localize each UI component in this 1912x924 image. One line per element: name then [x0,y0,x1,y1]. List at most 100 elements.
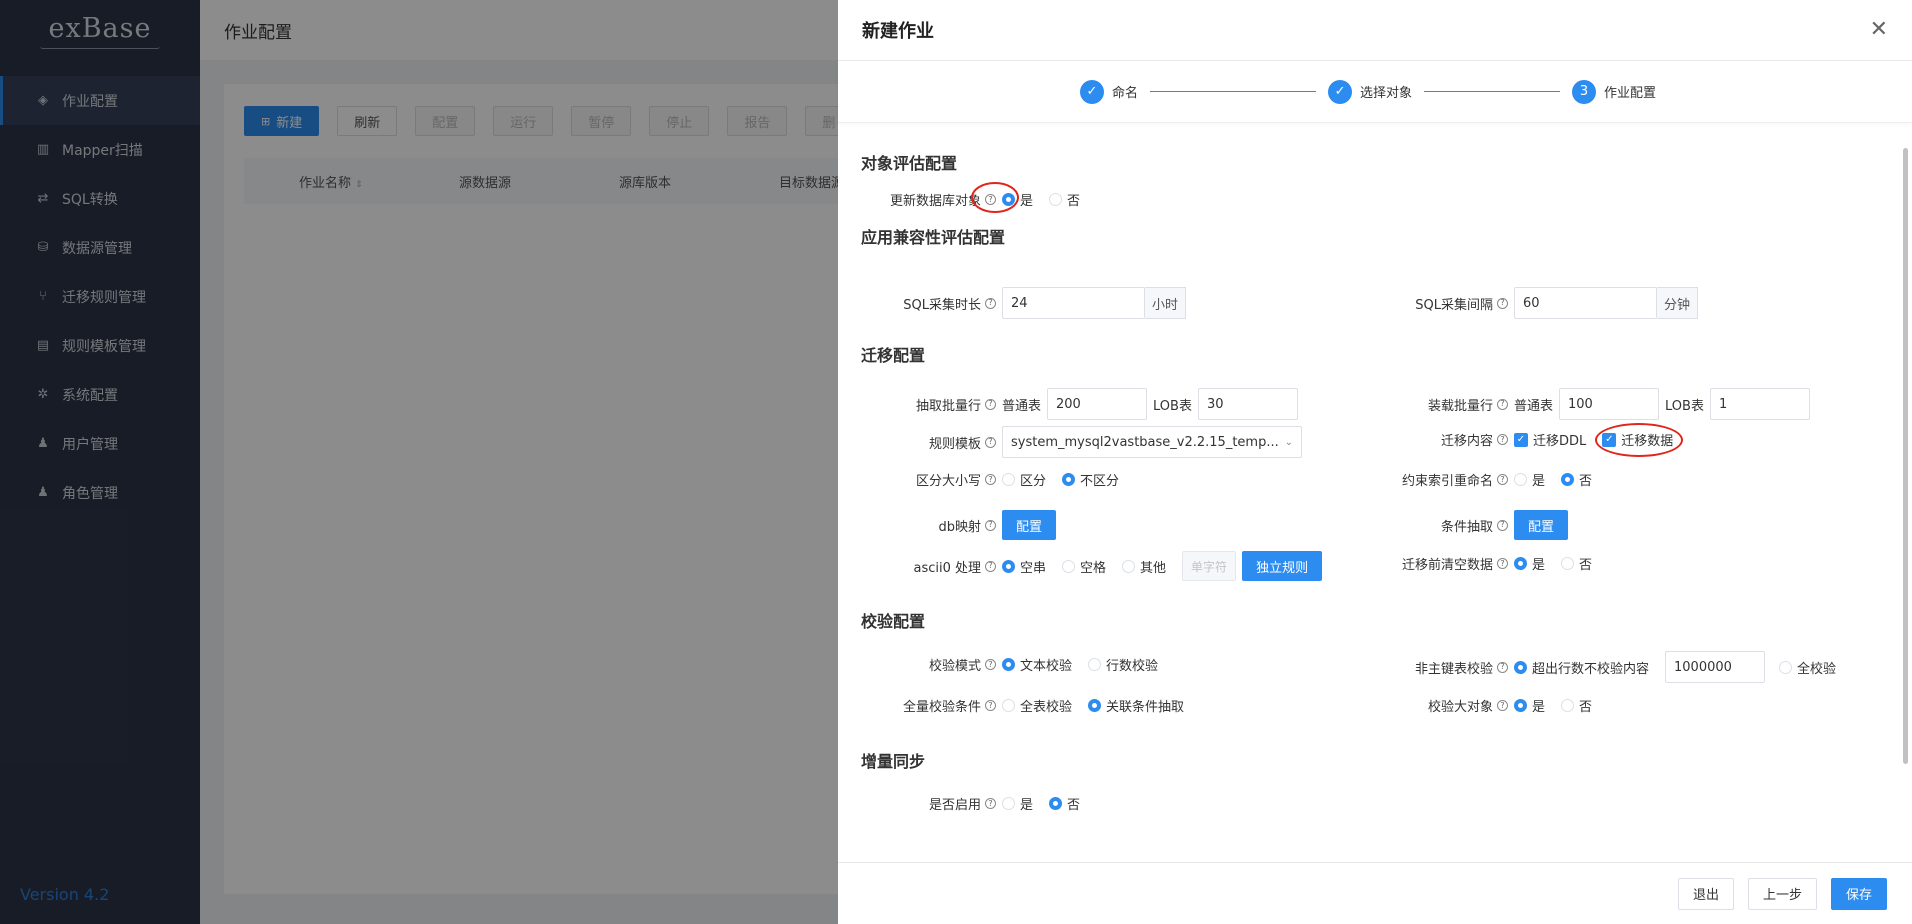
clear-before-label: 迁移前清空数据? [1396,554,1508,573]
scrollbar[interactable] [1903,148,1908,764]
constraint-rename-no-radio[interactable]: 否 [1561,470,1592,489]
verify-large-row: 校验大对象? 是 否 [1396,696,1602,715]
close-icon[interactable]: ✕ [1870,19,1888,41]
load-lob-input[interactable]: 1 [1709,388,1810,420]
related-condition-radio[interactable]: 关联条件抽取 [1088,696,1184,715]
unit-addon: 分钟 [1657,287,1699,319]
verify-large-no-radio[interactable]: 否 [1561,696,1592,715]
verify-rows-radio[interactable]: 行数校验 [1088,655,1158,674]
non-pk-full-radio[interactable]: 全校验 [1779,658,1836,677]
clear-before-no-radio[interactable]: 否 [1561,554,1592,573]
non-pk-row-limit-input[interactable]: 1000000 [1665,651,1766,683]
update-db-object-no-radio[interactable]: 否 [1049,190,1080,209]
radio-dot [1779,660,1793,674]
chevron-down-icon: ⌄ [1284,436,1293,448]
constraint-rename-yes-radio[interactable]: 是 [1514,470,1545,489]
radio-label: 否 [1579,700,1593,715]
verify-text-radio[interactable]: 文本校验 [1002,655,1072,674]
radio-dot [1561,557,1575,570]
full-table-verify-radio[interactable]: 全表校验 [1002,696,1072,715]
radio-dot [1514,660,1527,674]
new-job-drawer: 新建作业 ✕ ✓ 命名 ✓ 选择对象 3 作业配置 对象评估配置 更新数据库对象? 是… [838,0,1912,924]
ascii0-empty-radio[interactable]: 空串 [1002,557,1046,576]
step-job-config: 3 作业配置 [1572,79,1657,104]
section-title-object-eval: 对象评估配置 [861,154,958,173]
sql-collect-duration-input[interactable]: 24 [1002,287,1145,319]
case-sensitive-no-radio[interactable]: 不区分 [1062,470,1119,489]
radio-label: 空格 [1080,560,1107,576]
radio-dot [1002,473,1015,486]
field-label: SQL采集时长 [903,297,981,313]
help-icon[interactable]: ? [985,519,996,531]
enable-no-radio[interactable]: 否 [1049,794,1080,813]
non-pk-exceed-radio[interactable]: 超出行数不校验内容 [1514,658,1649,677]
help-icon[interactable]: ? [985,194,996,205]
migrate-data-checkbox[interactable]: ✓ 迁移数据 [1602,430,1673,449]
help-icon[interactable]: ? [1497,700,1508,711]
help-icon[interactable]: ? [985,398,996,410]
radio-label: 是 [1532,700,1546,715]
rule-template-select[interactable]: system_mysql2vastbase_v2.2.15_temp... ⌄ [1002,426,1302,458]
extract-lob-input[interactable]: 30 [1197,388,1298,420]
help-icon[interactable]: ? [1497,558,1508,569]
db-mapping-label: db映射? [890,516,996,535]
condition-extract-label: 条件抽取? [1396,516,1508,535]
help-icon[interactable]: ? [1497,519,1508,531]
case-sensitive-row: 区分大小写? 区分 不区分 [890,470,1129,489]
drawer-footer: 退出 上一步 保存 [838,862,1912,924]
help-icon[interactable]: ? [1497,434,1508,445]
full-verify-cond-row: 全量校验条件? 全表校验 关联条件抽取 [890,696,1194,715]
help-icon[interactable]: ? [985,474,996,485]
radio-dot [1088,699,1102,712]
radio-dot [1514,699,1527,712]
prev-step-button[interactable]: 上一步 [1747,877,1817,910]
drawer-header: 新建作业 ✕ [838,0,1912,61]
extract-normal-input[interactable]: 200 [1047,388,1148,420]
ascii0-space-radio[interactable]: 空格 [1062,557,1106,576]
help-icon[interactable]: ? [985,297,996,309]
radio-dot [1049,193,1063,206]
sql-collect-interval-input[interactable]: 60 [1514,287,1657,319]
help-icon[interactable]: ? [1497,474,1508,485]
help-icon[interactable]: ? [985,659,996,670]
help-icon[interactable]: ? [1497,661,1508,673]
db-mapping-config-button[interactable]: 配置 [1002,510,1057,540]
radio-label: 区分 [1020,474,1047,489]
verify-large-yes-radio[interactable]: 是 [1514,696,1545,715]
field-label: 迁移内容 [1440,434,1493,449]
migrate-ddl-checkbox[interactable]: ✓ 迁移DDL [1514,430,1586,449]
help-icon[interactable]: ? [1497,398,1508,410]
field-label: 全量校验条件 [902,700,981,715]
exit-button[interactable]: 退出 [1677,877,1734,910]
case-sensitive-yes-radio[interactable]: 区分 [1002,470,1046,489]
clear-before-row: 迁移前清空数据? 是 否 [1396,554,1602,573]
condition-extract-config-button[interactable]: 配置 [1514,510,1569,540]
update-db-object-yes-radio[interactable]: 是 [1002,190,1033,209]
enable-yes-radio[interactable]: 是 [1002,794,1033,813]
help-icon[interactable]: ? [985,798,996,809]
radio-dot [1002,658,1015,671]
single-char-input[interactable]: 单字符 [1182,551,1237,581]
step-label: 作业配置 [1604,86,1657,101]
radio-label: 全校验 [1797,661,1837,677]
radio-label: 行数校验 [1106,659,1159,674]
help-icon[interactable]: ? [985,700,996,711]
help-icon[interactable]: ? [985,560,996,572]
load-normal-input[interactable]: 100 [1559,388,1660,420]
radio-dot [1002,699,1015,712]
radio-label: 否 [1579,474,1593,489]
help-icon[interactable]: ? [1497,297,1508,309]
normal-table-label: 普通表 [1514,398,1554,414]
clear-before-yes-radio[interactable]: 是 [1514,554,1545,573]
ascii0-other-radio[interactable]: 其他 [1122,557,1166,576]
save-button[interactable]: 保存 [1830,877,1887,910]
radio-label: 不区分 [1080,474,1120,489]
independent-rule-button[interactable]: 独立规则 [1242,551,1323,581]
stepper: ✓ 命名 ✓ 选择对象 3 作业配置 [838,61,1912,123]
help-icon[interactable]: ? [985,436,996,448]
field-label: ascii0 处理 [913,560,981,576]
radio-dot [1002,797,1015,810]
sql-collect-interval-row: SQL采集间隔? 60 分钟 [1396,287,1699,319]
radio-dot [1002,193,1015,206]
radio-dot [1088,658,1102,671]
